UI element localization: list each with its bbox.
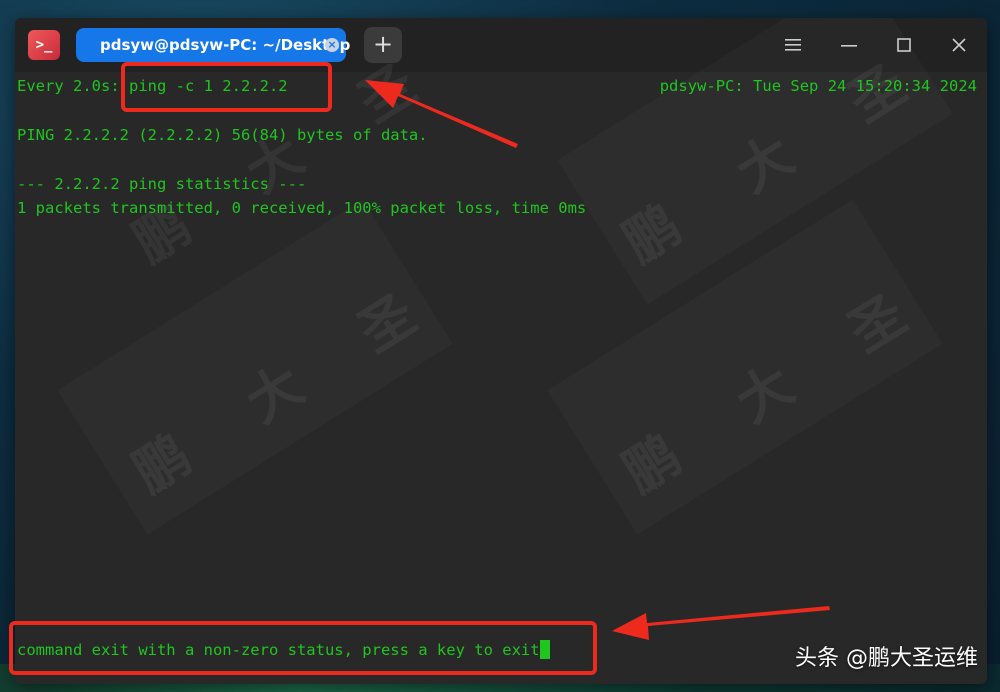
minimize-icon[interactable] [836,32,862,58]
watermark-text: 鹏 大 圣 [612,266,943,506]
brand-watermark: 头条 @鹏大圣运维 [795,646,978,671]
terminal-line: --- 2.2.2.2 ping statistics --- [17,175,307,193]
maximize-icon[interactable] [891,32,917,58]
watermark-band [57,200,452,535]
watermark-text: 鹏 大 圣 [122,266,453,506]
highlight-box-exit-message [9,621,597,675]
watermark-band [547,200,942,535]
terminal-output[interactable]: 鹏 大 圣 鹏 大 圣 鹏 大 圣 鹏 大 圣 Every 2.0s: ping… [15,36,987,684]
tab-desktop[interactable]: pdsyw@pdsyw-PC: ~/Desktop × [76,28,350,62]
tab-close-icon[interactable]: × [325,38,339,52]
terminal-icon[interactable]: >_ [28,30,60,60]
watch-timestamp: pdsyw-PC: Tue Sep 24 15:20:34 2024 [659,77,977,95]
new-tab-button[interactable]: + [364,27,402,63]
terminal-line: PING 2.2.2.2 (2.2.2.2) 56(84) bytes of d… [17,126,428,144]
close-icon[interactable] [946,32,972,58]
tab-title: pdsyw@pdsyw-PC: ~/Desktop [100,36,351,54]
menu-icon[interactable] [780,32,806,58]
terminal-line: 1 packets transmitted, 0 received, 100% … [17,199,587,217]
terminal-window: >_ pdsyw@pdsyw-PC: ~/Desktop × + 鹏 大 圣 鹏… [15,18,987,684]
highlight-box-command [121,62,332,112]
